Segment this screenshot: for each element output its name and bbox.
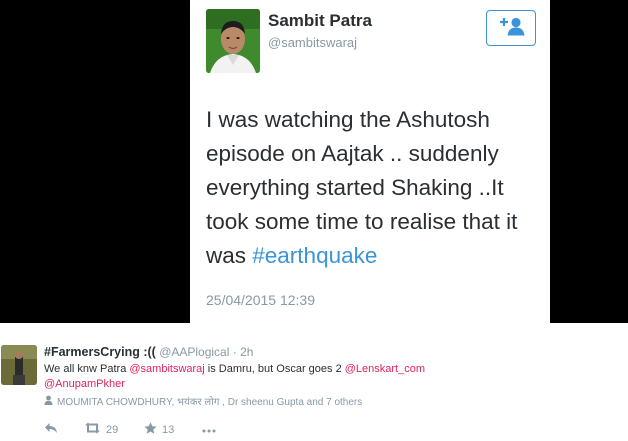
social-context[interactable]: MOUMITA CHOWDHURY, भयंकर लोग , Dr sheenu… (44, 394, 362, 408)
reply-text-start: We all knw Patra (44, 363, 130, 375)
tweet-card: Sambit Patra @sambitswaraj I was watchin… (190, 0, 550, 323)
reply-text-mid: is Damru, but Oscar goes 2 (204, 363, 345, 375)
tweet-actions: 29 13 (44, 422, 216, 437)
social-context-text: MOUMITA CHOWDHURY, भयंकर लोग , Dr sheenu… (57, 397, 363, 408)
mention-link[interactable]: @sambitswaraj (129, 363, 204, 375)
retweet-button[interactable]: 29 (84, 422, 144, 437)
more-button[interactable] (202, 424, 216, 436)
reply-tweet: #FarmersCrying :(( @AAPlogical · 2h We a… (0, 325, 628, 441)
follow-button[interactable] (486, 10, 536, 46)
more-icon (202, 424, 216, 436)
reply-text: We all knw Patra @sambitswaraj is Damru,… (44, 362, 444, 392)
reply-avatar[interactable] (1, 345, 37, 385)
star-icon (144, 422, 157, 437)
retweet-count: 29 (106, 423, 119, 436)
author-name[interactable]: Sambit Patra (268, 11, 372, 31)
tweet-text: I was watching the Ashutosh episode on A… (206, 103, 546, 273)
mention-link[interactable]: @AnupamPkher (44, 378, 125, 390)
tweet-timestamp[interactable]: 25/04/2015 12:39 (206, 292, 315, 308)
retweet-icon (84, 422, 101, 437)
reply-author-handle[interactable]: @AAPlogical (159, 345, 229, 359)
author-handle[interactable]: @sambitswaraj (268, 35, 357, 50)
reply-time[interactable]: 2h (240, 345, 253, 359)
person-icon (44, 395, 53, 408)
favorite-button[interactable]: 13 (144, 422, 202, 437)
hashtag-link[interactable]: #earthquake (252, 243, 377, 268)
reply-header: #FarmersCrying :(( @AAPlogical · 2h (44, 345, 253, 359)
separator-dot: · (232, 345, 237, 359)
reply-icon (44, 422, 58, 437)
favorite-count: 13 (162, 423, 175, 436)
reply-button[interactable] (44, 422, 84, 437)
add-user-icon (496, 16, 526, 41)
mention-link[interactable]: @Lenskart_com (345, 363, 425, 375)
author-avatar[interactable] (206, 9, 260, 73)
reply-author-name[interactable]: #FarmersCrying :(( (44, 345, 156, 359)
